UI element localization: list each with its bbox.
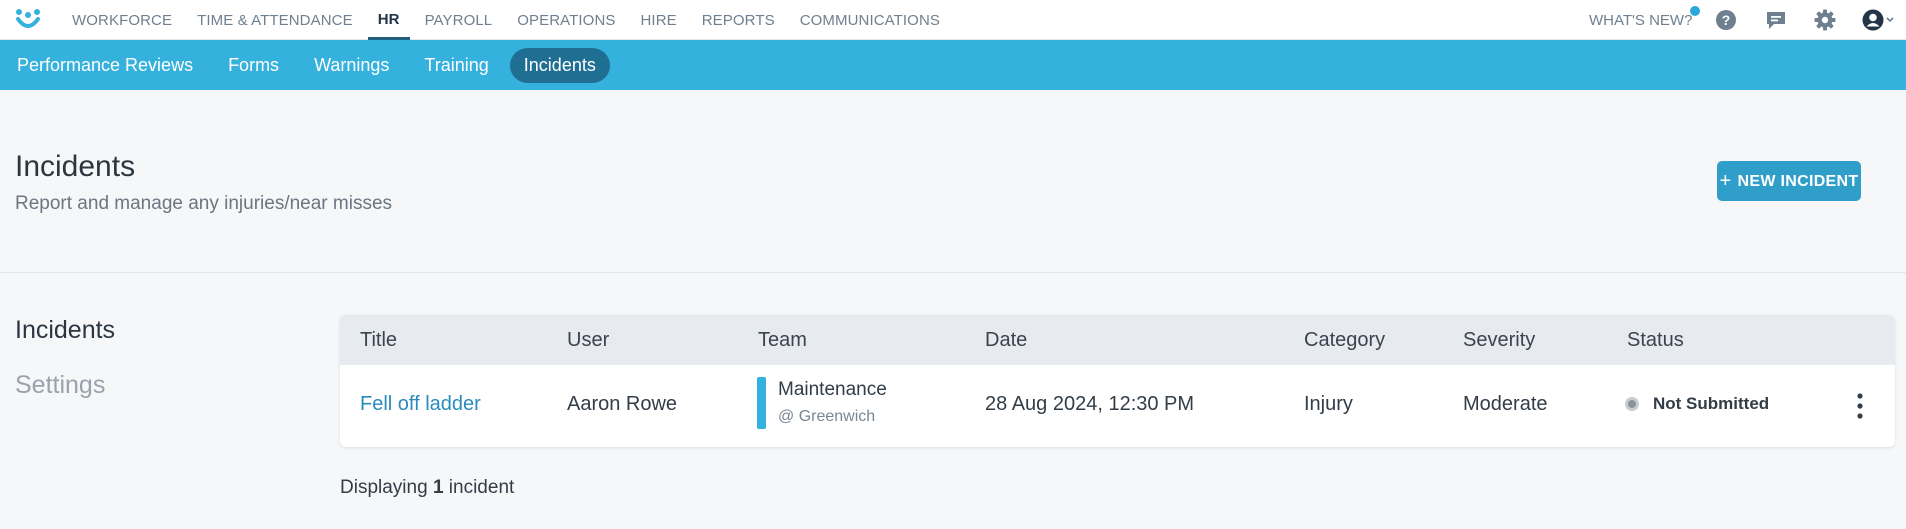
column-header-user[interactable]: User <box>567 315 609 365</box>
nav-item-payroll[interactable]: PAYROLL <box>415 0 503 40</box>
new-incident-label: NEW INCIDENT <box>1737 173 1859 190</box>
column-header-status[interactable]: Status <box>1627 315 1684 365</box>
nav-item-communications[interactable]: COMMUNICATIONS <box>790 0 950 40</box>
team-color-bar <box>757 377 766 429</box>
incident-severity: Moderate <box>1463 393 1548 415</box>
incident-user: Aaron Rowe <box>567 393 678 415</box>
results-number: 1 <box>432 477 444 498</box>
nav-item-time-attendance[interactable]: TIME & ATTENDANCE <box>187 0 363 40</box>
incidents-table: Title User Team Date Category Severity S… <box>340 315 1895 447</box>
main-nav: WORKFORCE TIME & ATTENDANCE HR PAYROLL O… <box>62 0 955 40</box>
column-header-category[interactable]: Category <box>1304 315 1385 365</box>
help-icon[interactable]: ? <box>1715 9 1737 31</box>
nav-item-hr[interactable]: HR <box>367 0 410 40</box>
tab-forms[interactable]: Forms <box>214 48 293 83</box>
incident-title-link[interactable]: Fell off ladder <box>360 393 481 416</box>
column-header-team[interactable]: Team <box>758 315 807 365</box>
table-header: Title User Team Date Category Severity S… <box>340 315 1895 365</box>
tab-incidents[interactable]: Incidents <box>509 48 610 83</box>
incident-location: @ Greenwich <box>778 408 876 425</box>
page-header: Incidents Report and manage any injuries… <box>0 90 1906 273</box>
results-count: Displaying 1 incident <box>340 477 514 499</box>
chat-icon[interactable] <box>1765 9 1787 31</box>
nav-item-workforce[interactable]: WORKFORCE <box>62 0 182 40</box>
tab-performance-reviews[interactable]: Performance Reviews <box>3 48 207 83</box>
top-navigation-bar: WORKFORCE TIME & ATTENDANCE HR PAYROLL O… <box>0 0 1906 40</box>
incident-date: 28 Aug 2024, 12:30 PM <box>985 393 1195 415</box>
tab-training[interactable]: Training <box>410 48 502 83</box>
column-header-title[interactable]: Title <box>360 315 397 365</box>
sidebar-item-incidents[interactable]: Incidents <box>15 316 115 345</box>
notification-dot <box>1690 6 1700 16</box>
nav-item-reports[interactable]: REPORTS <box>692 0 785 40</box>
page-title: Incidents <box>15 150 136 183</box>
settings-gear-icon[interactable] <box>1814 9 1836 31</box>
incident-status: Not Submitted <box>1653 394 1770 413</box>
hr-sub-navigation: Performance Reviews Forms Warnings Train… <box>0 40 1906 90</box>
tab-warnings[interactable]: Warnings <box>300 48 403 83</box>
column-header-severity[interactable]: Severity <box>1463 315 1535 365</box>
whats-new-link[interactable]: WHAT'S NEW? <box>1589 0 1692 40</box>
incident-team: Maintenance <box>778 379 887 400</box>
nav-item-hire[interactable]: HIRE <box>631 0 687 40</box>
incident-category: Injury <box>1304 393 1353 415</box>
column-header-date[interactable]: Date <box>985 315 1027 365</box>
nav-item-operations[interactable]: OPERATIONS <box>507 0 625 40</box>
plus-icon: + <box>1719 170 1732 192</box>
subnav-tabs: Performance Reviews Forms Warnings Train… <box>3 48 617 83</box>
app-logo-icon[interactable] <box>15 7 41 31</box>
sidebar-item-settings[interactable]: Settings <box>15 371 105 400</box>
new-incident-button[interactable]: + NEW INCIDENT <box>1717 161 1861 201</box>
page-subtitle: Report and manage any injuries/near miss… <box>15 193 393 214</box>
results-prefix: Displaying <box>340 477 428 498</box>
more-options-icon[interactable] <box>1850 391 1870 421</box>
results-suffix: incident <box>448 477 515 498</box>
svg-text:?: ? <box>1722 12 1731 28</box>
user-account-icon[interactable] <box>1862 9 1896 31</box>
status-indicator-icon <box>1625 397 1639 411</box>
